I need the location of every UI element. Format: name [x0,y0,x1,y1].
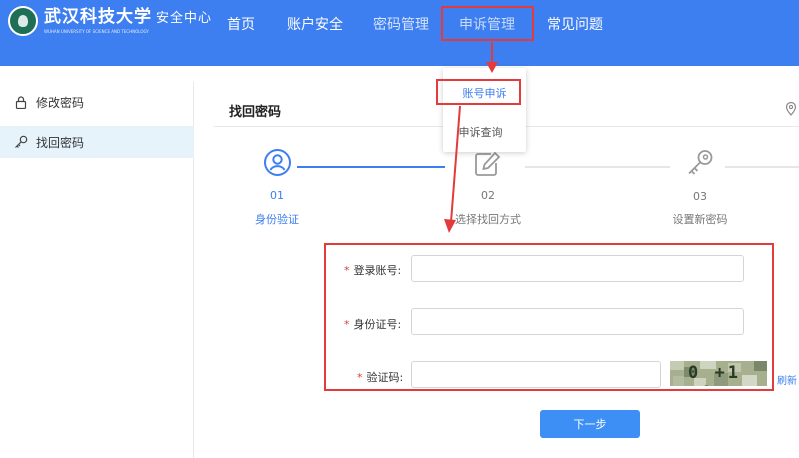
menu-item-appeal-query[interactable]: 申诉查询 [439,124,522,140]
captcha-text: 0 +1 =? [688,363,741,386]
location-icon [785,101,797,120]
sidebar-item-label: 修改密码 [36,95,85,110]
next-step-button[interactable]: 下一步 [540,410,640,438]
captcha-image[interactable]: 0 +1 =? [670,361,767,386]
nav-item-password-management[interactable]: 密码管理 [373,14,429,34]
step-label: 选择找回方式 [455,213,521,226]
key-icon [14,135,28,149]
sidebar-item-label: 找回密码 [36,135,85,150]
step-number: 03 [693,190,707,203]
nav-item-account-security[interactable]: 账户安全 [287,14,343,34]
id-number-input[interactable] [411,308,744,335]
edit-icon [474,151,501,181]
account-input[interactable] [411,255,744,282]
id-number-label: * 身份证号: [344,318,402,331]
nav-item-faq[interactable]: 常见问题 [547,14,603,34]
captcha-label: * 验证码: [357,371,404,384]
highlight-box-nav [441,6,534,41]
step-label: 身份验证 [255,213,299,226]
step-number: 01 [270,189,284,202]
key-icon [686,148,715,181]
header-bar: 武汉科技大学 安全中心 WUHAN UNIVERSITY OF SCIENCE A… [0,0,799,66]
highlight-box-menu-item [436,79,521,105]
nav-item-home[interactable]: 首页 [227,14,255,34]
page-title: 找回密码 [229,105,282,120]
step-number: 02 [481,189,495,202]
account-label: * 登录账号: [344,264,402,277]
sidebar: 修改密码 找回密码 [0,82,194,458]
step-label: 设置新密码 [672,213,728,226]
sidebar-item-recover-password[interactable]: 找回密码 [0,126,194,158]
lock-icon [14,95,28,109]
page: 武汉科技大学 安全中心 WUHAN UNIVERSITY OF SCIENCE A… [0,0,799,458]
step-connector [525,166,670,168]
user-circle-icon [263,148,292,181]
step-connector-done [297,166,445,168]
sidebar-item-change-password[interactable]: 修改密码 [0,86,194,118]
top-nav: 首页 账户安全 密码管理 申诉管理 常见问题 [0,0,799,48]
refresh-captcha-link[interactable]: 刷新 [777,372,797,387]
captcha-input[interactable] [411,361,661,388]
step-connector [725,166,799,168]
